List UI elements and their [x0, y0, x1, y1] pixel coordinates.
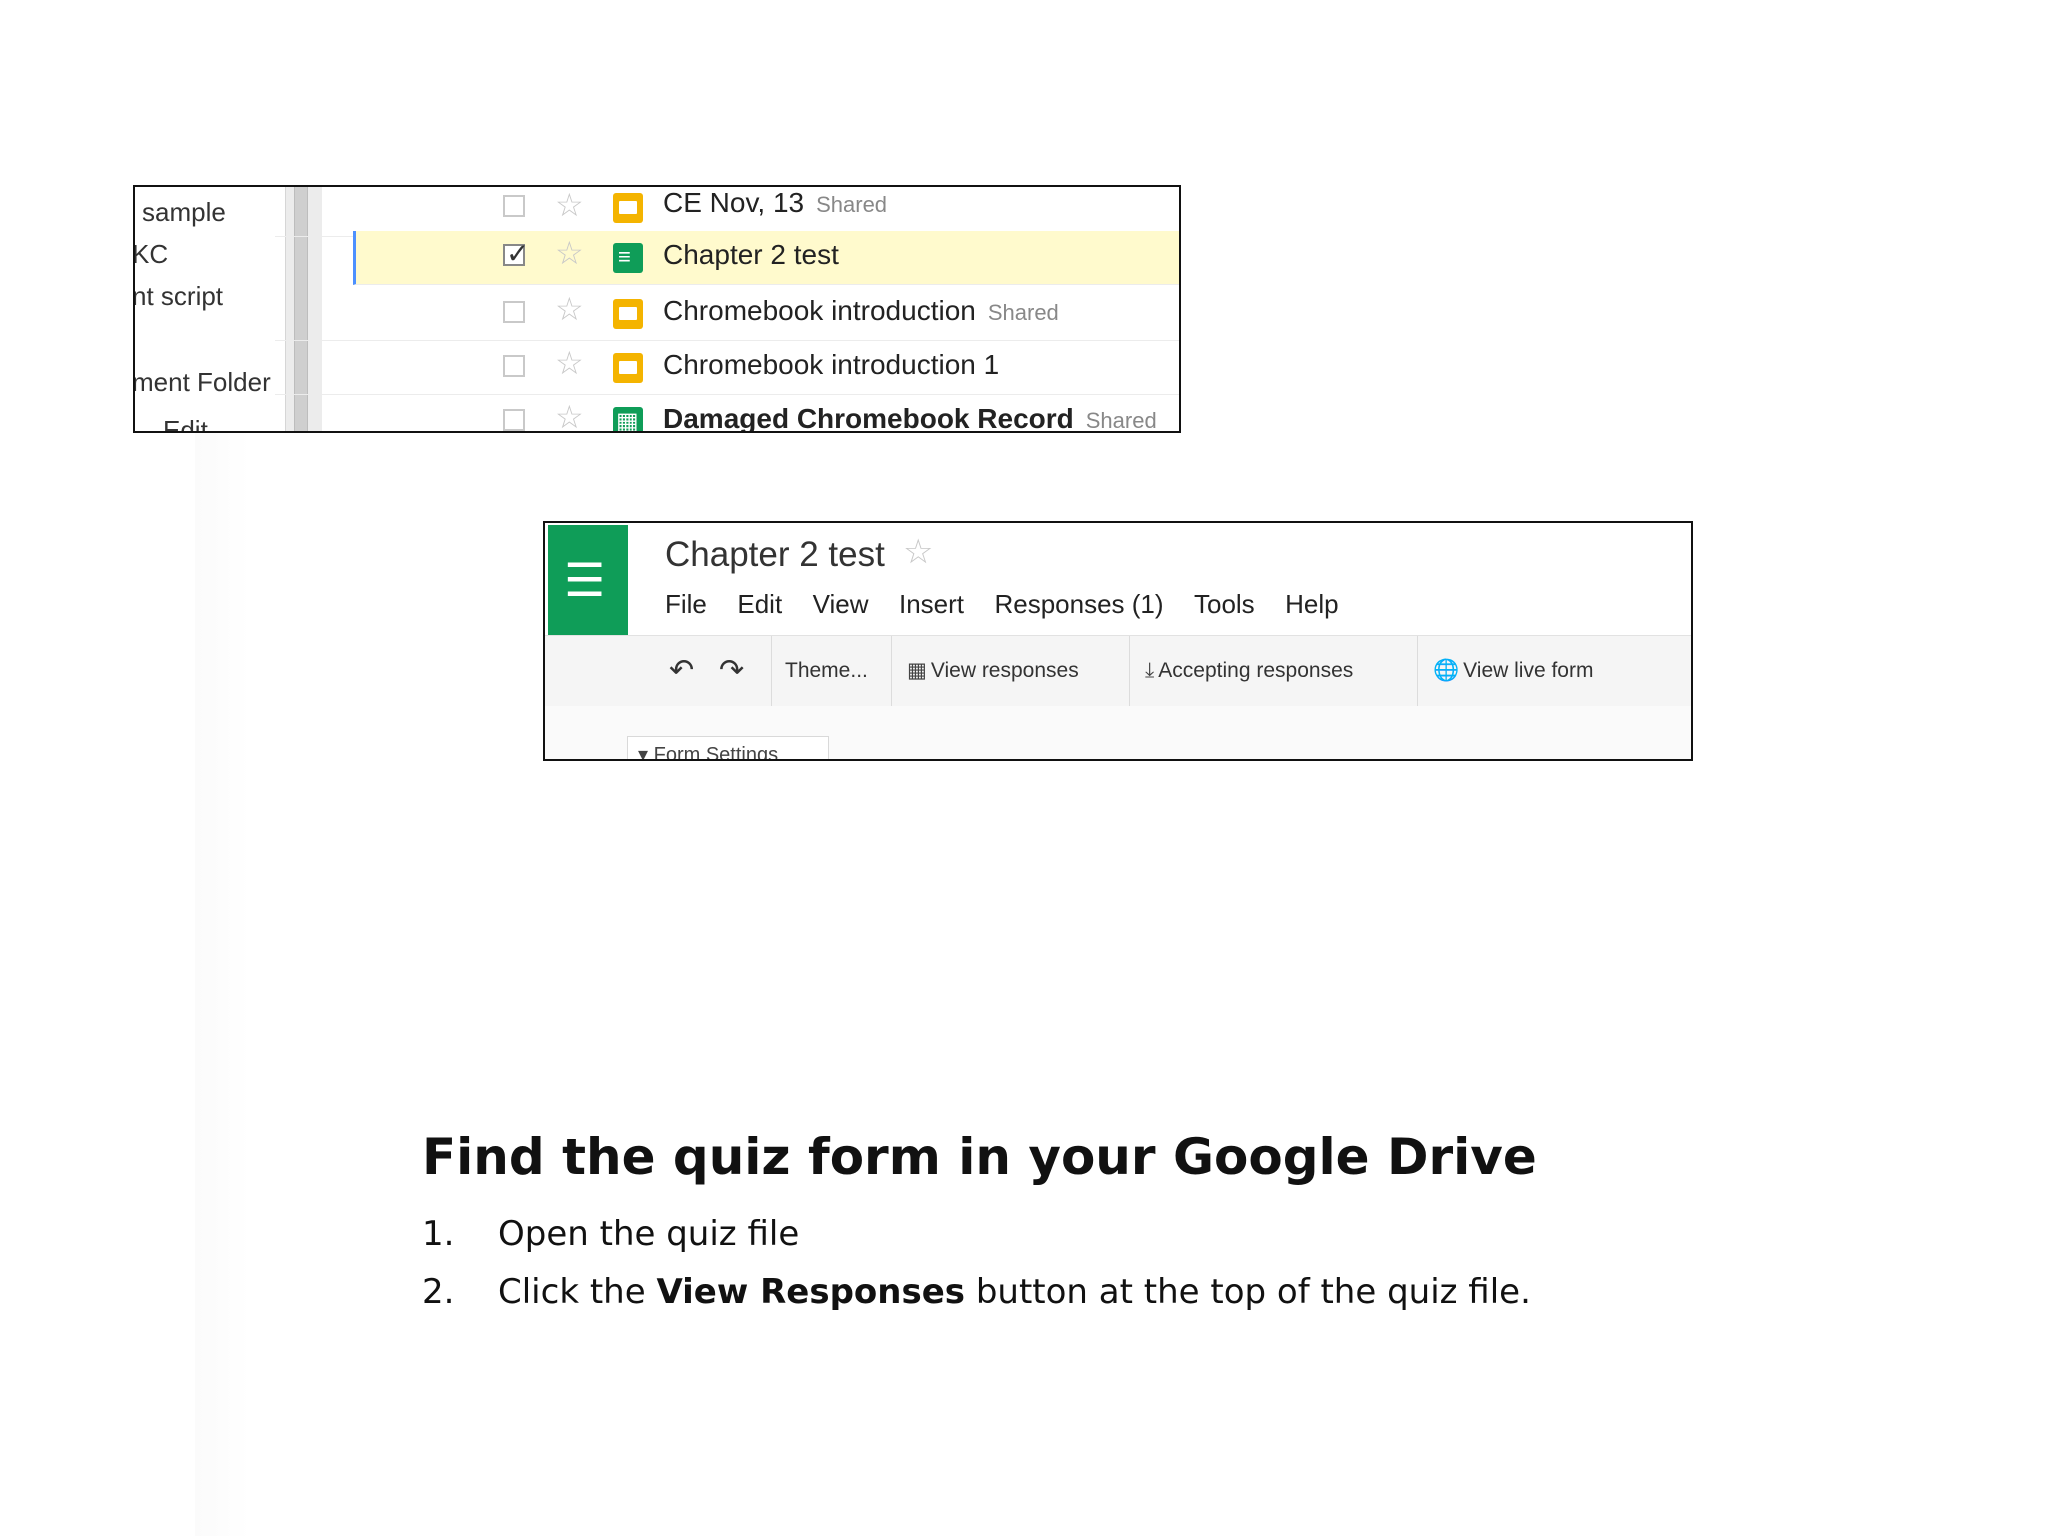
form-settings-panel[interactable]: ▾ Form Settings [627, 736, 829, 761]
instructions-heading: Find the quiz form in your Google Drive [422, 1128, 1537, 1186]
toolbar: ↶ ↷ Theme... ▦ View responses ⤓ Accepting … [545, 635, 1691, 707]
accepting-responses-button[interactable]: ⤓ Accepting responses [1145, 636, 1353, 706]
star-icon[interactable]: ☆ [555, 189, 584, 221]
menu-responses[interactable]: Responses (1) [994, 589, 1163, 620]
file-checkbox[interactable]: ✓ [503, 238, 529, 269]
undo-icon[interactable]: ↶ [669, 636, 694, 706]
document-title[interactable]: Chapter 2 test [665, 535, 885, 575]
file-checkbox[interactable] [503, 355, 525, 377]
sidebar-item[interactable]: KC [135, 239, 168, 270]
toolbar-divider [1417, 636, 1418, 706]
drive-file-list-screenshot: sample KC nt script ment Folder Edit ☆ C… [133, 185, 1181, 433]
forms-editor-screenshot: ☰ Chapter 2 test ☆ File Edit View Insert… [543, 521, 1693, 761]
file-row[interactable]: ☆ Chromebook introduction Shared [275, 287, 1179, 341]
star-icon[interactable]: ☆ [555, 293, 584, 325]
view-responses-button[interactable]: ▦ View responses [907, 636, 1079, 706]
menu-tools[interactable]: Tools [1194, 589, 1255, 620]
file-checkbox[interactable] [503, 409, 525, 431]
shared-badge: Shared [816, 192, 888, 217]
file-row[interactable]: ☆ Chromebook introduction 1 [275, 341, 1179, 395]
toolbar-divider [771, 636, 772, 706]
menu-edit[interactable]: Edit [737, 589, 782, 620]
sidebar-item[interactable]: nt script [135, 281, 223, 312]
view-live-form-button[interactable]: 🌐 View live form [1433, 636, 1593, 706]
star-icon[interactable]: ☆ [903, 535, 933, 569]
file-row-selected[interactable]: ✓ ☆ ≡ Chapter 2 test [353, 231, 1179, 285]
table-icon: ▦ [907, 659, 927, 682]
file-name[interactable]: Chromebook introduction 1 [663, 349, 999, 381]
form-body: ▾ Form Settings [545, 706, 1691, 761]
file-row[interactable]: ☆ CE Nov, 13 Shared [275, 187, 1179, 237]
list-icon: ☰ [564, 554, 606, 606]
download-tray-icon: ⤓ [1145, 659, 1155, 682]
slides-icon [613, 353, 643, 383]
menu-bar: File Edit View Insert Responses (1) Tool… [665, 589, 1365, 620]
shared-badge: Shared [987, 300, 1059, 325]
step-text: Open the quiz file [498, 1214, 800, 1254]
sheets-icon: ▦ [613, 407, 643, 431]
slides-icon [613, 193, 643, 223]
file-name[interactable]: CE Nov, 13 Shared [663, 187, 887, 219]
toolbar-divider [891, 636, 892, 706]
drive-sidebar: sample KC nt script ment Folder Edit [135, 187, 285, 431]
sidebar-item[interactable]: Edit [163, 415, 208, 431]
menu-insert[interactable]: Insert [899, 589, 964, 620]
sidebar-item[interactable]: ment Folder [135, 367, 271, 398]
menu-view[interactable]: View [813, 589, 869, 620]
star-icon[interactable]: ☆ [555, 237, 584, 269]
file-checkbox[interactable] [503, 301, 525, 323]
toolbar-divider [1129, 636, 1130, 706]
form-settings-label: ▾ Form Settings [638, 744, 779, 761]
step-text: Click the View Responses button at the t… [498, 1272, 1531, 1312]
forms-logo[interactable]: ☰ [548, 525, 628, 637]
file-name[interactable]: Chapter 2 test [663, 239, 839, 271]
file-row[interactable]: ☆ ▦ Damaged Chromebook Record Shared [275, 395, 1179, 433]
menu-file[interactable]: File [665, 589, 707, 620]
view-responses-emphasis: View Responses [656, 1272, 966, 1312]
star-icon[interactable]: ☆ [555, 347, 584, 379]
slides-icon [613, 299, 643, 329]
step-number: 2. [422, 1272, 455, 1312]
check-icon: ✓ [506, 238, 530, 269]
redo-icon[interactable]: ↷ [719, 636, 744, 706]
theme-button[interactable]: Theme... [785, 636, 868, 706]
file-checkbox[interactable] [503, 195, 525, 217]
step-number: 1. [422, 1214, 455, 1254]
sidebar-item[interactable]: sample [142, 197, 226, 228]
menu-help[interactable]: Help [1285, 589, 1338, 620]
star-icon[interactable]: ☆ [555, 401, 584, 431]
shared-badge: Shared [1085, 408, 1157, 433]
file-name[interactable]: Damaged Chromebook Record Shared [663, 403, 1157, 433]
globe-icon: 🌐 [1433, 659, 1460, 682]
file-name[interactable]: Chromebook introduction Shared [663, 295, 1059, 327]
forms-icon: ≡ [613, 243, 643, 273]
